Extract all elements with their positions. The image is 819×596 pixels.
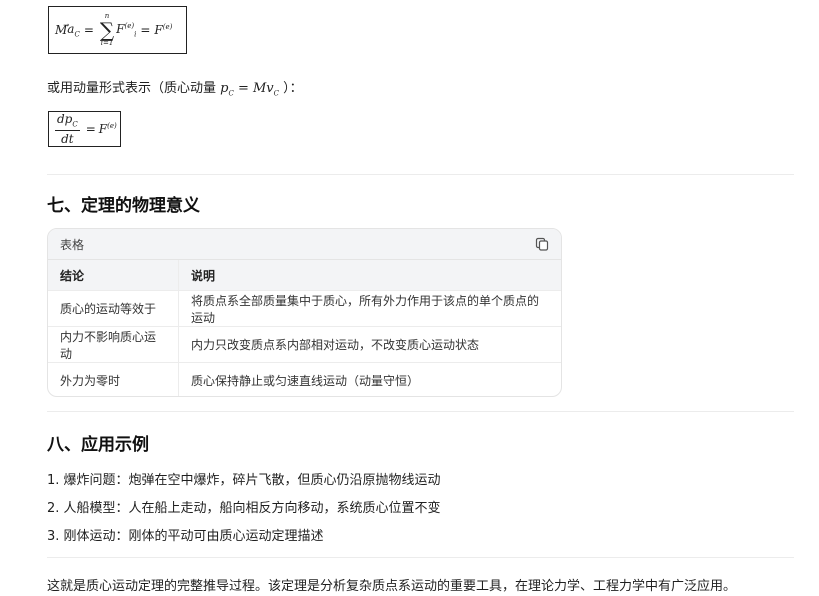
divider bbox=[47, 557, 794, 558]
equation-box-newton: M ⃗aC = n∑i=1 F(e)i = F(e) bbox=[48, 6, 187, 54]
eq1-accel: ⃗aC bbox=[67, 21, 80, 39]
list-item: 1. 爆炸问题：炮弹在空中爆炸，碎片飞散，但质心仍沿原抛物线运动 bbox=[47, 473, 441, 488]
momentum-intro: 或用动量形式表示（质心动量 pC = MvC ）： bbox=[47, 81, 303, 98]
eq1-equals: = bbox=[83, 23, 94, 37]
divider bbox=[47, 411, 794, 412]
sum-symbol: n ∑ i=1 bbox=[99, 12, 115, 47]
eq1-mass: M bbox=[55, 23, 68, 37]
meaning-table: 结论 说明 质心的运动等效于 将质点系全部质量集中于质心，所有外力作用于该点的单… bbox=[48, 260, 561, 396]
header-conclusion: 结论 bbox=[48, 260, 179, 291]
cell-explanation: 将质点系全部质量集中于质心，所有外力作用于该点的单个质点的运动 bbox=[178, 290, 561, 327]
cell-explanation: 质心保持静止或匀速直线运动（动量守恒） bbox=[191, 374, 420, 388]
eq1-force-term: F(e)i bbox=[116, 21, 137, 39]
eq2-rhs: F(e) bbox=[98, 122, 117, 136]
table-row: 外力为零时 质心保持静止或匀速直线运动（动量守恒） bbox=[48, 362, 561, 396]
divider bbox=[47, 174, 794, 175]
cell-explanation: 内力只改变质点系内部相对运动，不改变质心运动状态 bbox=[178, 326, 561, 363]
eq2-fraction: dpC dt bbox=[55, 112, 80, 146]
conclusion-text: 这就是质心运动定理的完整推导过程。该定理是分析复杂质点系运动的重要工具，在理论力… bbox=[47, 579, 737, 594]
section-heading-8: 八、应用示例 bbox=[47, 435, 149, 455]
eq1-equals-2: = bbox=[140, 23, 151, 37]
section-heading-7: 七、定理的物理意义 bbox=[47, 196, 200, 216]
copy-icon[interactable] bbox=[535, 237, 549, 251]
table-row: 质心的运动等效于 将质点系全部质量集中于质心，所有外力作用于该点的单个质点的运动 bbox=[48, 290, 561, 327]
cell-conclusion: 外力为零时 bbox=[48, 362, 179, 396]
eq2-equals: = bbox=[85, 122, 96, 136]
table-header-row: 结论 说明 bbox=[48, 260, 561, 291]
table-card: 表格 结论 说明 质心的运动等效于 将质点系全部质量集中于质心，所有外力作用于该… bbox=[47, 228, 562, 397]
table-toolbar: 表格 bbox=[48, 229, 561, 260]
list-item: 2. 人船模型：人在船上走动，船向相反方向移动，系统质心位置不变 bbox=[47, 501, 441, 516]
eq1-rhs-force: F(e) bbox=[154, 23, 173, 37]
table-label: 表格 bbox=[60, 237, 85, 252]
header-explanation: 说明 bbox=[178, 260, 561, 291]
list-item: 3. 刚体运动：刚体的平动可由质心运动定理描述 bbox=[47, 529, 324, 544]
cell-conclusion: 质心的运动等效于 bbox=[48, 290, 179, 327]
table-row: 内力不影响质心运动 内力只改变质点系内部相对运动，不改变质心运动状态 bbox=[48, 326, 561, 363]
cell-conclusion: 内力不影响质心运动 bbox=[48, 326, 179, 363]
equation-box-momentum: dpC dt = F(e) bbox=[48, 111, 121, 147]
